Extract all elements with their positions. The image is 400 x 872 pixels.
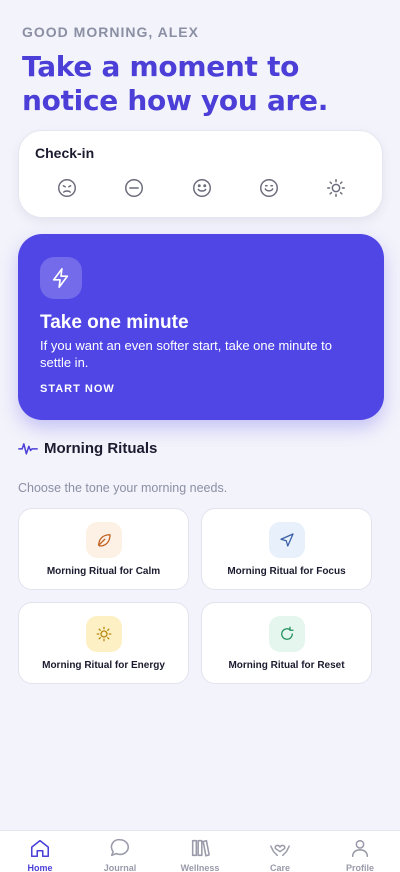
section-subtitle: Choose the tone your morning needs. bbox=[18, 481, 228, 495]
tab-label: Home bbox=[27, 863, 53, 872]
smile-face-icon[interactable] bbox=[258, 177, 280, 199]
home-icon bbox=[30, 839, 50, 858]
ritual-label: Morning Ritual for Energy bbox=[42, 660, 165, 671]
tab-label: Care bbox=[269, 863, 290, 872]
very-sad-face-icon[interactable] bbox=[56, 177, 78, 199]
start-now-button[interactable]: START NOW bbox=[40, 383, 115, 395]
ritual-label: Morning Ritual for Calm bbox=[46, 566, 161, 577]
section-title: Morning Rituals bbox=[44, 439, 158, 457]
rituals-header: Morning Rituals bbox=[18, 438, 157, 458]
ritual-card-reset[interactable]: Morning Ritual for Reset bbox=[201, 602, 372, 684]
tab-label: Profile bbox=[345, 863, 374, 872]
heart-hands-icon bbox=[270, 844, 290, 857]
tab-label: Journal bbox=[103, 863, 137, 872]
hero-title: Take one minute bbox=[40, 312, 189, 333]
sun-icon[interactable] bbox=[325, 177, 347, 199]
checkin-title: Check-in bbox=[35, 145, 95, 161]
user-icon bbox=[351, 839, 369, 858]
happy-face-icon[interactable] bbox=[191, 177, 213, 199]
tab-wellness[interactable]: Wellness bbox=[160, 831, 240, 872]
sun-icon bbox=[86, 616, 122, 652]
library-icon bbox=[191, 839, 210, 857]
mood-selector bbox=[56, 177, 356, 199]
leaf-icon bbox=[86, 522, 122, 558]
page-title: Take a moment to notice how you are. bbox=[22, 50, 329, 117]
navigation-arrow-icon bbox=[269, 522, 305, 558]
ritual-card-focus[interactable]: Morning Ritual for Focus bbox=[201, 508, 372, 590]
ritual-label: Morning Ritual for Reset bbox=[228, 660, 345, 671]
ritual-card-energy[interactable]: Morning Ritual for Energy bbox=[18, 602, 189, 684]
checkin-card: Check-in bbox=[18, 130, 383, 218]
tab-home[interactable]: Home bbox=[0, 831, 80, 872]
tab-care[interactable]: Care bbox=[240, 831, 320, 872]
hero-description: If you want an even softer start, take o… bbox=[40, 338, 332, 370]
bottom-tab-bar: Home Journal Wellness Care Profile bbox=[0, 830, 400, 872]
pulse-icon bbox=[18, 443, 38, 455]
tab-label: Wellness bbox=[180, 863, 220, 872]
greeting: GOOD MORNING, ALEX bbox=[22, 24, 199, 40]
lightning-icon bbox=[40, 257, 82, 299]
tab-profile[interactable]: Profile bbox=[320, 831, 400, 872]
take-one-minute-card[interactable]: Take one minute If you want an even soft… bbox=[18, 234, 384, 420]
ritual-card-calm[interactable]: Morning Ritual for Calm bbox=[18, 508, 189, 590]
chat-bubble-icon bbox=[110, 838, 129, 857]
neutral-minus-face-icon[interactable] bbox=[123, 177, 145, 199]
ritual-label: Morning Ritual for Focus bbox=[227, 566, 346, 577]
refresh-icon bbox=[269, 616, 305, 652]
tab-journal[interactable]: Journal bbox=[80, 831, 160, 872]
